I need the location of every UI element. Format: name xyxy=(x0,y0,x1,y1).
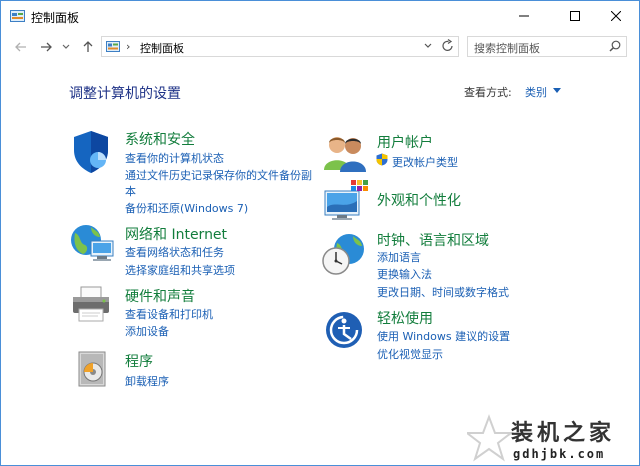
ease-of-access-icon xyxy=(326,312,362,348)
link-backup-restore[interactable]: 备份和还原(Windows 7) xyxy=(125,200,248,216)
maximize-button[interactable] xyxy=(552,1,598,31)
back-arrow-icon xyxy=(15,42,26,52)
link-file-history[interactable]: 通过文件历史记录保存你的文件备份副 xyxy=(125,167,312,183)
forward-arrow-icon xyxy=(41,42,52,52)
category-programs[interactable]: 程序 xyxy=(125,351,153,371)
link-optimize-visual-display[interactable]: 优化视觉显示 xyxy=(377,346,443,362)
link-devices-printers[interactable]: 查看设备和打印机 xyxy=(125,306,213,322)
category-hardware-sound[interactable]: 硬件和声音 xyxy=(125,286,195,306)
category-clock-language-region[interactable]: 时钟、语言和区域 xyxy=(377,230,489,250)
address-bar[interactable]: › 控制面板 xyxy=(101,36,459,57)
view-by-dropdown[interactable]: 类别 xyxy=(525,84,547,100)
forward-button[interactable] xyxy=(37,38,55,56)
address-dropdown-icon[interactable] xyxy=(424,41,432,51)
category-appearance-personalization[interactable]: 外观和个性化 xyxy=(377,190,461,210)
breadcrumb-separator[interactable]: › xyxy=(126,40,130,53)
up-button[interactable] xyxy=(79,38,97,56)
category-user-accounts[interactable]: 用户帐户 xyxy=(377,132,433,152)
chevron-down-icon xyxy=(62,44,70,49)
link-homegroup-sharing[interactable]: 选择家庭组和共享选项 xyxy=(125,262,235,278)
clock-globe-icon xyxy=(322,234,364,275)
search-icon[interactable] xyxy=(609,40,621,52)
search-box[interactable]: 搜索控制面板 xyxy=(467,36,627,57)
appearance-icon xyxy=(324,180,368,220)
control-panel-icon xyxy=(106,41,120,52)
link-add-language[interactable]: 添加语言 xyxy=(377,249,421,265)
uac-shield-icon xyxy=(376,153,388,166)
breadcrumb-control-panel[interactable]: 控制面板 xyxy=(140,40,184,56)
link-network-status[interactable]: 查看网络状态和任务 xyxy=(125,244,224,260)
minimize-button[interactable] xyxy=(501,1,547,31)
category-network-internet[interactable]: 网络和 Internet xyxy=(125,224,227,244)
category-ease-of-access[interactable]: 轻松使用 xyxy=(377,308,433,328)
search-input[interactable]: 搜索控制面板 xyxy=(474,40,540,56)
link-change-input-method[interactable]: 更换输入法 xyxy=(377,266,432,282)
watermark-url: gdhjbk.com xyxy=(513,447,606,461)
title-bar[interactable]: 控制面板 xyxy=(1,1,639,31)
minimize-icon xyxy=(519,15,529,17)
user-accounts-icon xyxy=(324,137,366,172)
back-button[interactable] xyxy=(12,38,30,56)
link-change-date-time-format[interactable]: 更改日期、时间或数字格式 xyxy=(377,284,509,300)
window-title: 控制面板 xyxy=(31,11,80,25)
link-change-account-type[interactable]: 更改帐户类型 xyxy=(392,154,458,170)
view-by-label: 查看方式: xyxy=(464,86,512,99)
close-icon xyxy=(611,11,621,21)
control-panel-icon xyxy=(10,10,25,22)
refresh-icon[interactable] xyxy=(442,39,454,53)
category-system-security[interactable]: 系统和安全 xyxy=(125,129,195,149)
programs-icon xyxy=(78,351,106,387)
shield-icon xyxy=(74,131,108,173)
page-title: 调整计算机的设置 xyxy=(69,86,181,102)
printer-icon xyxy=(73,286,109,322)
close-button[interactable] xyxy=(593,1,639,31)
link-add-device[interactable]: 添加设备 xyxy=(125,323,169,339)
up-arrow-icon xyxy=(83,41,93,52)
link-file-history-cont[interactable]: 本 xyxy=(125,183,136,199)
network-globe-icon xyxy=(71,225,114,261)
control-panel-window: 控制面板 › 控制面板 搜索控制面板 调整计算机的设置 查看方式: 类别 系统和… xyxy=(0,0,640,466)
link-uninstall-program[interactable]: 卸载程序 xyxy=(125,373,169,389)
watermark-text: 装机之家 xyxy=(511,420,616,446)
recent-locations-button[interactable] xyxy=(60,38,72,56)
maximize-icon xyxy=(570,11,580,21)
view-by-chevron-icon[interactable] xyxy=(553,88,561,93)
link-windows-recommended-settings[interactable]: 使用 Windows 建议的设置 xyxy=(377,328,510,344)
link-view-computer-status[interactable]: 查看你的计算机状态 xyxy=(125,150,224,166)
